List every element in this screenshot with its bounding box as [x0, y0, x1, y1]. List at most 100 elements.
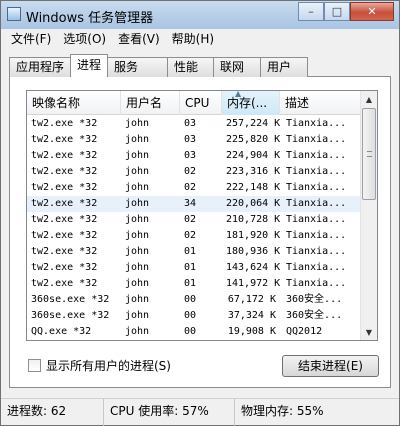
status-physical-memory: 物理内存: 55% [241, 404, 324, 418]
row-description: Tianxia... [286, 214, 347, 225]
table-row[interactable]: tw2.exe *32 john 03 225,820 K Tianxia... [27, 132, 361, 148]
menu-view[interactable]: 查看(V) [112, 30, 166, 48]
minimize-button[interactable]: – [298, 2, 324, 21]
end-process-button[interactable]: 结束进程(E) [282, 355, 379, 377]
scroll-up-icon[interactable]: ▲ [361, 91, 377, 107]
table-row[interactable]: tw2.exe *32 john 01 141,972 K Tianxia... [27, 276, 361, 292]
menu-file[interactable]: 文件(F) [5, 30, 57, 48]
table-row[interactable]: QQ.exe *32 john 00 19,908 K QQ2012 [27, 324, 361, 340]
row-cpu: 34 [184, 198, 197, 209]
row-description: 360安全... [286, 310, 343, 321]
row-memory: 222,148 K [226, 182, 280, 193]
row-cpu: 03 [184, 118, 197, 129]
tab-processes[interactable]: 进程 [70, 54, 109, 77]
row-image-name: tw2.exe *32 [31, 278, 98, 289]
menu-bar: 文件(F) 选项(O) 查看(V) 帮助(H) [1, 29, 399, 49]
row-user-name: john [125, 214, 150, 225]
menu-options[interactable]: 选项(O) [57, 30, 112, 48]
row-image-name: tw2.exe *32 [31, 198, 98, 209]
row-image-name: tw2.exe *32 [31, 166, 98, 177]
table-row[interactable]: tw2.exe *32 john 02 210,728 K Tianxia... [27, 212, 361, 228]
vertical-scrollbar[interactable]: ▲ ▼ [360, 91, 377, 340]
tab-services[interactable]: 服务 [107, 57, 169, 77]
row-memory: 180,936 K [226, 246, 280, 257]
row-cpu: 01 [180, 340, 222, 341]
table-row[interactable]: tw2.exe *32 john 03 257,224 K Tianxia... [27, 116, 361, 132]
row-image-name: QQ.exe *32 [31, 326, 92, 337]
task-manager-icon [7, 7, 21, 21]
row-image-name: tw2.exe *32 [31, 182, 98, 193]
maximize-button[interactable]: □ [324, 2, 350, 21]
tab-applications[interactable]: 应用程序 [9, 57, 72, 77]
title-bar[interactable]: Windows 任务管理器 – □ ✕ [1, 1, 399, 29]
tab-networking[interactable]: 联网 [213, 57, 262, 77]
row-image-name: tw2.exe *32 [31, 230, 98, 241]
sort-ascending-icon: ▲ [235, 91, 242, 98]
tab-performance[interactable]: 性能 [167, 57, 215, 77]
caption-buttons: – □ ✕ [298, 2, 394, 21]
table-row[interactable]: tw2.exe *32 john 02 181,920 K Tianxia... [27, 228, 361, 244]
row-cpu: 02 [184, 182, 197, 193]
row-memory: 16,412 K [222, 340, 280, 341]
row-user-name: john [125, 246, 150, 257]
row-image-name: dwm.exe [27, 340, 121, 341]
close-button[interactable]: ✕ [350, 2, 394, 21]
row-description: Tianxia... [286, 262, 347, 273]
row-image-name: tw2.exe *32 [31, 118, 98, 129]
column-cpu[interactable]: CPU [180, 91, 222, 115]
table-row[interactable]: tw2.exe *32 john 02 223,316 K Tianxia... [27, 164, 361, 180]
row-user-name: john [125, 262, 150, 273]
process-list[interactable]: 映像名称 用户名 CPU ▲ 内存(... 描述 tw2.exe *32 john… [26, 90, 378, 341]
row-cpu: 01 [184, 246, 197, 257]
tab-strip: 应用程序 进程 服务 性能 联网 用户 [9, 54, 309, 77]
column-image-name[interactable]: 映像名称 [27, 91, 121, 115]
row-image-name: tw2.exe *32 [31, 134, 98, 145]
list-header: 映像名称 用户名 CPU ▲ 内存(... 描述 [27, 91, 361, 115]
table-row[interactable]: 360se.exe *32 john 00 67,172 K 360安全... [27, 292, 361, 308]
row-cpu: 02 [184, 214, 197, 225]
table-row[interactable]: tw2.exe *32 john 03 224,904 K Tianxia... [27, 148, 361, 164]
grip-icon [367, 151, 372, 157]
table-row[interactable]: dwm.exejohn0116,412 K桌面窗... [27, 340, 361, 341]
table-row[interactable]: tw2.exe *32 john 34 220,064 K Tianxia... [27, 196, 361, 212]
scroll-thumb[interactable] [362, 108, 376, 200]
table-row[interactable]: tw2.exe *32 john 01 180,936 K Tianxia... [27, 244, 361, 260]
row-description: 360安全... [286, 294, 343, 305]
row-description: Tianxia... [286, 198, 347, 209]
row-memory: 220,064 K [226, 198, 280, 209]
row-image-name: tw2.exe *32 [31, 214, 98, 225]
row-description: QQ2012 [286, 326, 323, 337]
table-row[interactable]: tw2.exe *32 john 01 143,624 K Tianxia... [27, 260, 361, 276]
row-cpu: 00 [184, 294, 197, 305]
row-cpu: 00 [184, 310, 197, 321]
row-cpu: 02 [184, 230, 197, 241]
row-description: Tianxia... [286, 182, 347, 193]
row-user-name: john [125, 278, 150, 289]
row-image-name: tw2.exe *32 [31, 150, 98, 161]
row-cpu: 01 [184, 278, 197, 289]
row-memory: 143,624 K [226, 262, 280, 273]
row-image-name: 360se.exe *32 [31, 310, 110, 321]
column-description[interactable]: 描述 [280, 91, 361, 115]
table-row[interactable]: tw2.exe *32 john 02 222,148 K Tianxia... [27, 180, 361, 196]
row-cpu: 03 [184, 134, 197, 145]
column-user-name[interactable]: 用户名 [121, 91, 180, 115]
column-memory-label: 内存(... [227, 96, 268, 110]
row-memory: 37,324 K [227, 310, 276, 321]
row-memory: 225,820 K [226, 134, 280, 145]
scroll-down-icon[interactable]: ▼ [361, 324, 377, 340]
row-memory: 224,904 K [226, 150, 280, 161]
menu-help[interactable]: 帮助(H) [166, 30, 220, 48]
row-cpu: 02 [184, 166, 197, 177]
tab-users[interactable]: 用户 [260, 57, 309, 77]
show-all-users-checkbox[interactable] [28, 359, 41, 372]
row-image-name: tw2.exe *32 [31, 246, 98, 257]
task-manager-window: Windows 任务管理器 – □ ✕ 文件(F) 选项(O) 查看(V) 帮助… [0, 0, 400, 426]
status-cpu-usage: CPU 使用率: 57% [104, 399, 235, 426]
table-row[interactable]: 360se.exe *32 john 00 37,324 K 360安全... [27, 308, 361, 324]
status-bar: 进程数: 62 CPU 使用率: 57% 物理内存: 55% [1, 398, 399, 426]
row-description: Tianxia... [286, 166, 347, 177]
show-all-users-option[interactable]: 显示所有用户的进程(S) [28, 357, 171, 374]
row-cpu: 03 [184, 150, 197, 161]
column-memory[interactable]: ▲ 内存(... [222, 91, 280, 115]
